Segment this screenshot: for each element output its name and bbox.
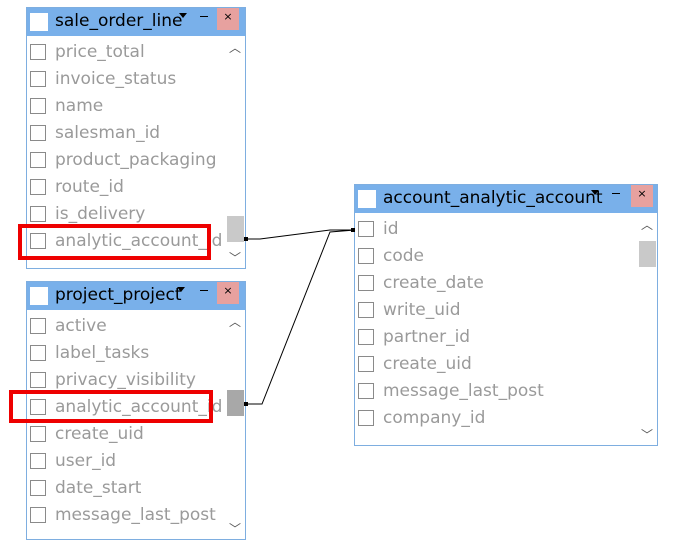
relationship-connectors [244,228,356,406]
connector-end-marker [244,402,248,406]
connector-end-marker [244,237,248,241]
connector-end-marker [351,228,355,232]
connector-project-to-account [246,229,356,405]
